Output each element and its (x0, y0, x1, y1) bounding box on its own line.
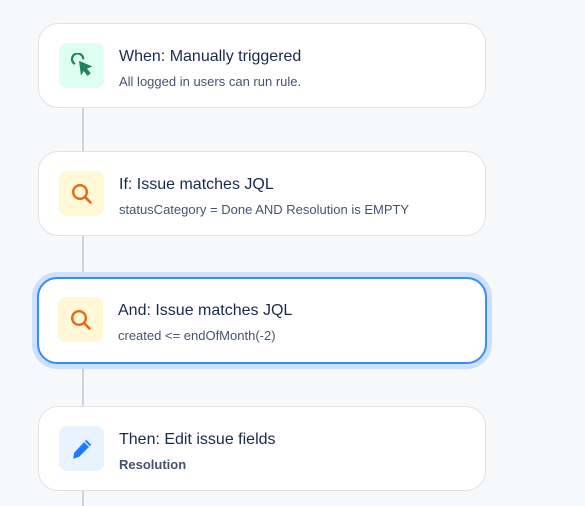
rule-step-and-condition[interactable]: And: Issue matches JQL created <= endOfM… (37, 277, 487, 364)
trigger-icon-box (59, 43, 104, 88)
step-subtitle: created <= endOfMonth(-2) (118, 328, 276, 343)
step-title: And: Issue matches JQL (118, 302, 293, 319)
step-subtitle: All logged in users can run rule. (119, 74, 302, 89)
rule-step-if-condition[interactable]: If: Issue matches JQL statusCategory = D… (38, 151, 486, 236)
cursor-click-icon (70, 52, 92, 76)
condition-icon-box (58, 297, 103, 342)
search-icon (70, 309, 91, 330)
step-connector (82, 365, 84, 406)
step-title: Then: Edit issue fields (119, 431, 276, 448)
step-connector (82, 236, 84, 277)
rule-step-trigger[interactable]: When: Manually triggered All logged in u… (38, 23, 486, 108)
pencil-icon (72, 439, 91, 459)
step-subtitle: statusCategory = Done AND Resolution is … (119, 202, 410, 217)
step-title: When: Manually triggered (119, 48, 302, 65)
action-icon-box (59, 426, 104, 471)
step-subtitle: Resolution (119, 457, 187, 472)
condition-icon-box (59, 171, 104, 216)
step-connector (82, 491, 84, 506)
search-icon (71, 183, 92, 204)
step-connector (82, 108, 84, 151)
rule-step-action[interactable]: Then: Edit issue fields Resolution (38, 406, 486, 491)
step-title: If: Issue matches JQL (119, 176, 274, 193)
